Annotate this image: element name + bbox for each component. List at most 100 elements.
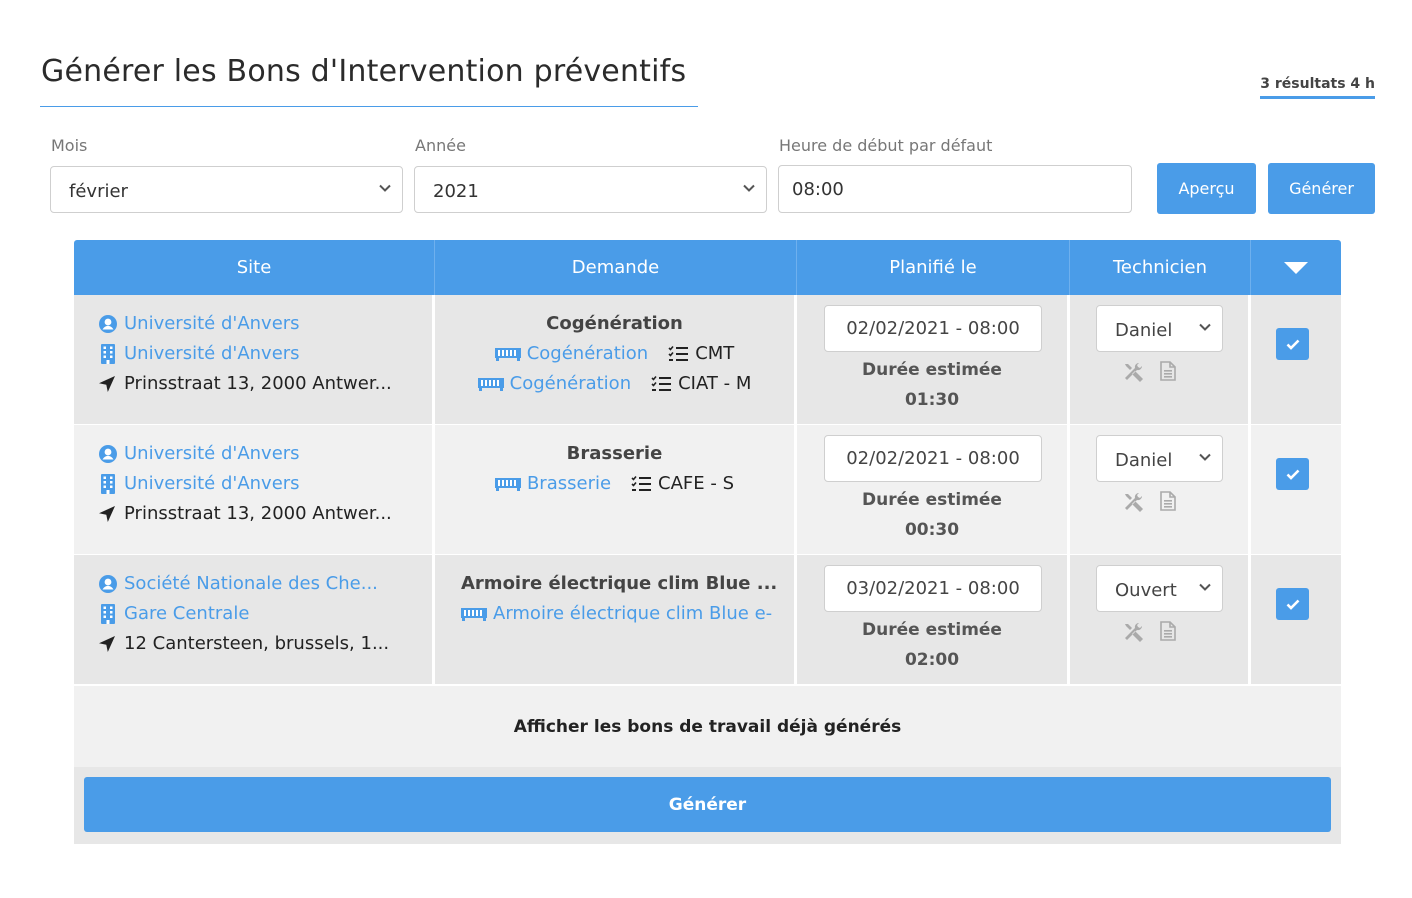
chevron-down-icon	[378, 181, 392, 195]
building-icon	[101, 604, 115, 624]
table-row: Société Nationale des Che... Gare Centra…	[74, 555, 1341, 685]
month-label: Mois	[51, 136, 88, 155]
row-checkbox[interactable]	[1276, 588, 1309, 620]
planned-cell: 02/02/2021 - 08:00 Durée estimée 00:30	[797, 425, 1070, 554]
generate-button[interactable]: Générer	[1268, 163, 1375, 214]
equipment-link[interactable]: Armoire électrique clim Blue e-	[493, 599, 772, 629]
row-checkbox[interactable]	[1276, 328, 1309, 360]
select-all-toggle[interactable]	[1251, 240, 1341, 295]
chevron-down-icon	[1198, 580, 1212, 594]
equipment-ref: CMT	[695, 343, 735, 364]
building-link[interactable]: Université d'Anvers	[124, 469, 300, 499]
checklist-icon	[631, 475, 651, 493]
checklist-icon	[668, 345, 688, 363]
equipment-link[interactable]: Cogénération	[510, 369, 631, 399]
technician-select[interactable]: Ouvert	[1096, 565, 1223, 612]
equipment-icon	[478, 376, 504, 392]
client-link[interactable]: Université d'Anvers	[124, 309, 300, 339]
year-select[interactable]: 2021	[414, 166, 767, 213]
technician-cell: Daniel	[1070, 295, 1251, 424]
table-header: Site Demande Planifié le Technicien	[74, 240, 1341, 295]
month-select[interactable]: février	[50, 166, 403, 213]
address-text: 12 Cantersteen, brussels, 1...	[124, 633, 390, 654]
wrench-icon[interactable]	[1122, 621, 1144, 643]
technician-cell: Ouvert	[1070, 555, 1251, 684]
show-generated-link[interactable]: Afficher les bons de travail déjà généré…	[74, 685, 1341, 767]
request-cell: Cogénération Cogénération CMT Cogénérati…	[435, 295, 797, 424]
user-circle-icon	[98, 314, 118, 334]
equipment-ref: CIAT - M	[678, 373, 752, 394]
technician-select[interactable]: Daniel	[1096, 435, 1223, 482]
row-checkbox[interactable]	[1276, 458, 1309, 490]
address-text: Prinsstraat 13, 2000 Antwer...	[124, 503, 392, 524]
chevron-down-icon	[742, 181, 756, 195]
client-link[interactable]: Société Nationale des Che...	[124, 569, 378, 599]
technician-select[interactable]: Daniel	[1096, 305, 1223, 352]
wrench-icon[interactable]	[1122, 491, 1144, 513]
select-cell	[1251, 295, 1341, 424]
start-time-input[interactable]: 08:00	[778, 165, 1132, 213]
location-arrow-icon	[98, 635, 116, 653]
request-title: Cogénération	[546, 313, 683, 334]
checkbox-icon	[1285, 466, 1301, 482]
page-title: Générer les Bons d'Intervention préventi…	[41, 54, 687, 89]
column-technician[interactable]: Technicien	[1070, 240, 1251, 295]
table-footer: Générer	[74, 767, 1341, 844]
planned-datetime-input[interactable]: 03/02/2021 - 08:00	[824, 565, 1042, 612]
select-cell	[1251, 555, 1341, 684]
caret-down-icon	[1284, 261, 1308, 274]
address-text: Prinsstraat 13, 2000 Antwer...	[124, 373, 392, 394]
equipment-icon	[461, 606, 487, 622]
duration-value: 00:30	[904, 520, 960, 540]
column-demande[interactable]: Demande	[435, 240, 797, 295]
checkbox-icon	[1285, 596, 1301, 612]
planned-cell: 03/02/2021 - 08:00 Durée estimée 02:00	[797, 555, 1070, 684]
building-link[interactable]: Gare Centrale	[124, 599, 249, 629]
building-icon	[101, 474, 115, 494]
site-cell: Société Nationale des Che... Gare Centra…	[74, 555, 435, 684]
building-icon	[101, 344, 115, 364]
preview-button[interactable]: Aperçu	[1157, 163, 1256, 214]
table-row: Université d'Anvers Université d'Anvers …	[74, 425, 1341, 555]
request-title: Armoire électrique clim Blue ...	[461, 573, 778, 594]
technician-value: Daniel	[1115, 320, 1173, 341]
request-title: Brasserie	[566, 443, 663, 464]
planned-datetime-input[interactable]: 02/02/2021 - 08:00	[824, 435, 1042, 482]
year-value: 2021	[433, 181, 479, 202]
client-link[interactable]: Université d'Anvers	[124, 439, 300, 469]
equipment-link[interactable]: Brasserie	[527, 469, 611, 499]
location-arrow-icon	[98, 505, 116, 523]
generate-all-button[interactable]: Générer	[84, 777, 1331, 832]
equipment-icon	[495, 346, 521, 362]
site-cell: Université d'Anvers Université d'Anvers …	[74, 295, 435, 424]
document-icon[interactable]	[1160, 491, 1176, 511]
planned-datetime-input[interactable]: 02/02/2021 - 08:00	[824, 305, 1042, 352]
duration-label: Durée estimée	[862, 360, 1002, 380]
request-cell: Armoire électrique clim Blue ... Armoire…	[435, 555, 797, 684]
planned-cell: 02/02/2021 - 08:00 Durée estimée 01:30	[797, 295, 1070, 424]
duration-value: 02:00	[904, 650, 960, 670]
technician-cell: Daniel	[1070, 425, 1251, 554]
user-circle-icon	[98, 574, 118, 594]
duration-value: 01:30	[904, 390, 960, 410]
year-label: Année	[415, 136, 466, 155]
results-summary[interactable]: 3 résultats 4 h	[1260, 76, 1375, 99]
technician-value: Daniel	[1115, 450, 1173, 471]
month-value: février	[69, 181, 128, 202]
document-icon[interactable]	[1160, 361, 1176, 381]
wrench-icon[interactable]	[1122, 361, 1144, 383]
building-link[interactable]: Université d'Anvers	[124, 339, 300, 369]
table-row: Université d'Anvers Université d'Anvers …	[74, 295, 1341, 425]
duration-label: Durée estimée	[862, 620, 1002, 640]
equipment-link[interactable]: Cogénération	[527, 339, 648, 369]
column-planned[interactable]: Planifié le	[797, 240, 1070, 295]
request-cell: Brasserie Brasserie CAFE - S	[435, 425, 797, 554]
chevron-down-icon	[1198, 450, 1212, 464]
equipment-ref: CAFE - S	[658, 473, 735, 494]
location-arrow-icon	[98, 375, 116, 393]
preview-table: Site Demande Planifié le Technicien Univ…	[74, 240, 1341, 844]
duration-label: Durée estimée	[862, 490, 1002, 510]
column-site[interactable]: Site	[74, 240, 435, 295]
document-icon[interactable]	[1160, 621, 1176, 641]
site-cell: Université d'Anvers Université d'Anvers …	[74, 425, 435, 554]
